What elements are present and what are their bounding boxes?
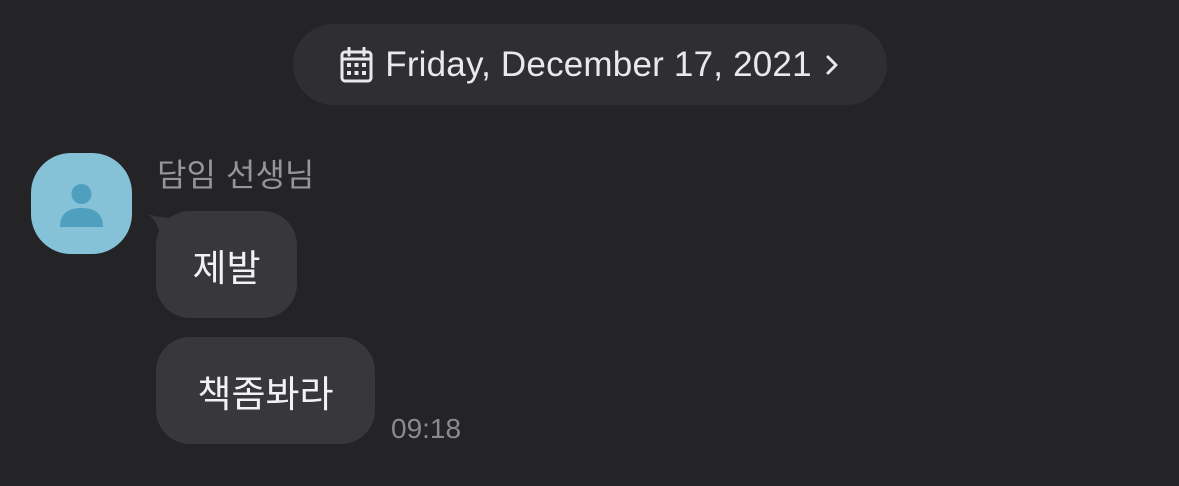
message-bubble[interactable]: 제발	[156, 211, 297, 318]
chevron-right-icon	[826, 55, 838, 74]
message-bubble[interactable]: 책좀봐라	[156, 337, 375, 444]
date-header-button[interactable]: Friday, December 17, 2021	[293, 24, 887, 105]
calendar-icon	[340, 46, 373, 82]
message-text: 제발	[192, 246, 261, 290]
sender-name: 담임 선생님	[157, 156, 315, 194]
avatar[interactable]	[31, 153, 132, 254]
person-icon	[60, 184, 103, 227]
message-text: 책좀봐라	[197, 372, 334, 416]
message-timestamp: 09:18	[391, 413, 462, 444]
date-label: Friday, December 17, 2021	[385, 44, 812, 84]
